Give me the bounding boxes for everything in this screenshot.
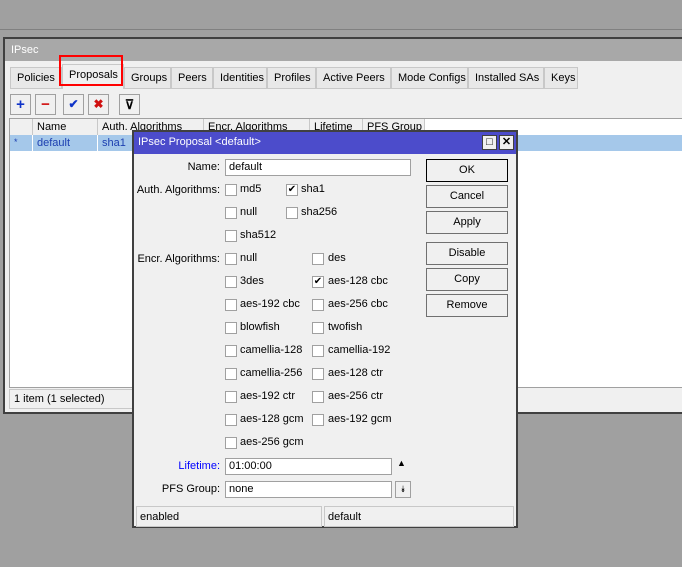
highlight-box	[59, 55, 123, 86]
auth-checkbox-label[interactable]: sha1	[301, 183, 325, 195]
encr-checkbox-aes-256-gcm[interactable]	[225, 437, 237, 449]
disable-button[interactable]: ✖	[88, 94, 109, 115]
encr-checkbox-aes-192-ctr[interactable]	[225, 391, 237, 403]
encr-checkbox-null[interactable]	[225, 253, 237, 265]
disable-button[interactable]: Disable	[426, 242, 508, 265]
enable-button[interactable]: ✔	[63, 94, 84, 115]
encr-checkbox-twofish[interactable]	[312, 322, 324, 334]
copy-button[interactable]: Copy	[426, 268, 508, 291]
status-enabled: enabled	[136, 506, 322, 527]
encr-checkbox-aes-128-gcm[interactable]	[225, 414, 237, 426]
row-name: default	[33, 135, 98, 151]
auth-checkbox-null[interactable]	[225, 207, 237, 219]
encr-checkbox-aes-192-gcm[interactable]	[312, 414, 324, 426]
encr-checkbox-camellia-128[interactable]	[225, 345, 237, 357]
top-area	[0, 0, 682, 30]
row-flag: *	[10, 135, 33, 151]
tab-policies[interactable]: Policies	[10, 67, 62, 89]
dialog-title: IPsec Proposal <default> □ ✕	[134, 132, 516, 154]
lifetime-label: Lifetime:	[178, 460, 220, 472]
lifetime-input[interactable]: 01:00:00	[225, 458, 392, 475]
name-input[interactable]: default	[225, 159, 411, 176]
encr-checkbox-label[interactable]: camellia-128	[240, 344, 302, 356]
encr-checkbox-label[interactable]: aes-128 cbc	[328, 275, 388, 287]
tab-groups[interactable]: Groups	[124, 67, 171, 89]
encr-checkbox-label[interactable]: camellia-192	[328, 344, 390, 356]
encr-checkbox-aes-256-cbc[interactable]	[312, 299, 324, 311]
auth-label: Auth. Algorithms:	[136, 184, 220, 196]
encr-checkbox-label[interactable]: 3des	[240, 275, 264, 287]
tab-peers[interactable]: Peers	[171, 67, 213, 89]
filter-button[interactable]: ⊽	[119, 94, 140, 115]
status-bar: 1 item (1 selected)	[9, 389, 135, 409]
add-button[interactable]: +	[10, 94, 31, 115]
encr-checkbox-label[interactable]: aes-256 gcm	[240, 436, 304, 448]
close-icon[interactable]: ✕	[499, 135, 514, 150]
encr-checkbox-label[interactable]: camellia-256	[240, 367, 302, 379]
auth-checkbox-label[interactable]: null	[240, 206, 257, 218]
pfs-label: PFS Group:	[161, 483, 220, 495]
auth-checkbox-label[interactable]: md5	[240, 183, 261, 195]
encr-checkbox-camellia-256[interactable]	[225, 368, 237, 380]
apply-button[interactable]: Apply	[426, 211, 508, 234]
tab-identities[interactable]: Identities	[213, 67, 267, 89]
name-label: Name:	[187, 161, 220, 173]
dialog-title-text: IPsec Proposal <default>	[138, 136, 261, 148]
maximize-icon[interactable]: □	[482, 135, 497, 150]
encr-checkbox-3des[interactable]	[225, 276, 237, 288]
encr-checkbox-camellia-192[interactable]	[312, 345, 324, 357]
encr-checkbox-label[interactable]: blowfish	[240, 321, 280, 333]
tab-installed-sas[interactable]: Installed SAs	[468, 67, 544, 89]
auth-checkbox-sha256[interactable]	[286, 207, 298, 219]
encr-checkbox-aes-128-cbc[interactable]: ✔	[312, 276, 324, 288]
encr-checkbox-label[interactable]: aes-256 cbc	[328, 298, 388, 310]
tab-mode-configs[interactable]: Mode Configs	[391, 67, 468, 89]
column-header-flag	[10, 119, 33, 135]
remove-button[interactable]: Remove	[426, 294, 508, 317]
remove-button[interactable]: −	[35, 94, 56, 115]
pfs-select[interactable]: none	[225, 481, 392, 498]
collapse-arrow-icon[interactable]: ▲	[397, 458, 406, 468]
auth-checkbox-sha1[interactable]: ✔	[286, 184, 298, 196]
dropdown-arrow-icon[interactable]: ⯯	[395, 481, 411, 498]
column-header-name[interactable]: Name	[33, 119, 98, 135]
encr-checkbox-label[interactable]: des	[328, 252, 346, 264]
auth-checkbox-sha512[interactable]	[225, 230, 237, 242]
encr-checkbox-label[interactable]: aes-192 ctr	[240, 390, 295, 402]
auth-checkbox-md5[interactable]	[225, 184, 237, 196]
encr-label: Encr. Algorithms:	[137, 253, 220, 265]
encr-checkbox-aes-192-cbc[interactable]	[225, 299, 237, 311]
encr-checkbox-label[interactable]: aes-256 ctr	[328, 390, 383, 402]
encr-checkbox-aes-256-ctr[interactable]	[312, 391, 324, 403]
tab-profiles[interactable]: Profiles	[267, 67, 316, 89]
encr-checkbox-aes-128-ctr[interactable]	[312, 368, 324, 380]
status-name: default	[324, 506, 514, 527]
encr-checkbox-label[interactable]: null	[240, 252, 257, 264]
auth-checkbox-label[interactable]: sha256	[301, 206, 337, 218]
ok-button[interactable]: OK	[426, 159, 508, 182]
auth-checkbox-label[interactable]: sha512	[240, 229, 276, 241]
tab-keys[interactable]: Keys	[544, 67, 578, 89]
encr-checkbox-blowfish[interactable]	[225, 322, 237, 334]
encr-checkbox-label[interactable]: aes-128 gcm	[240, 413, 304, 425]
cancel-button[interactable]: Cancel	[426, 185, 508, 208]
encr-checkbox-label[interactable]: twofish	[328, 321, 362, 333]
encr-checkbox-label[interactable]: aes-128 ctr	[328, 367, 383, 379]
encr-checkbox-des[interactable]	[312, 253, 324, 265]
tab-active-peers[interactable]: Active Peers	[316, 67, 391, 89]
encr-checkbox-label[interactable]: aes-192 gcm	[328, 413, 392, 425]
encr-checkbox-label[interactable]: aes-192 cbc	[240, 298, 300, 310]
proposal-dialog: IPsec Proposal <default> □ ✕ Name: defau…	[132, 130, 518, 528]
